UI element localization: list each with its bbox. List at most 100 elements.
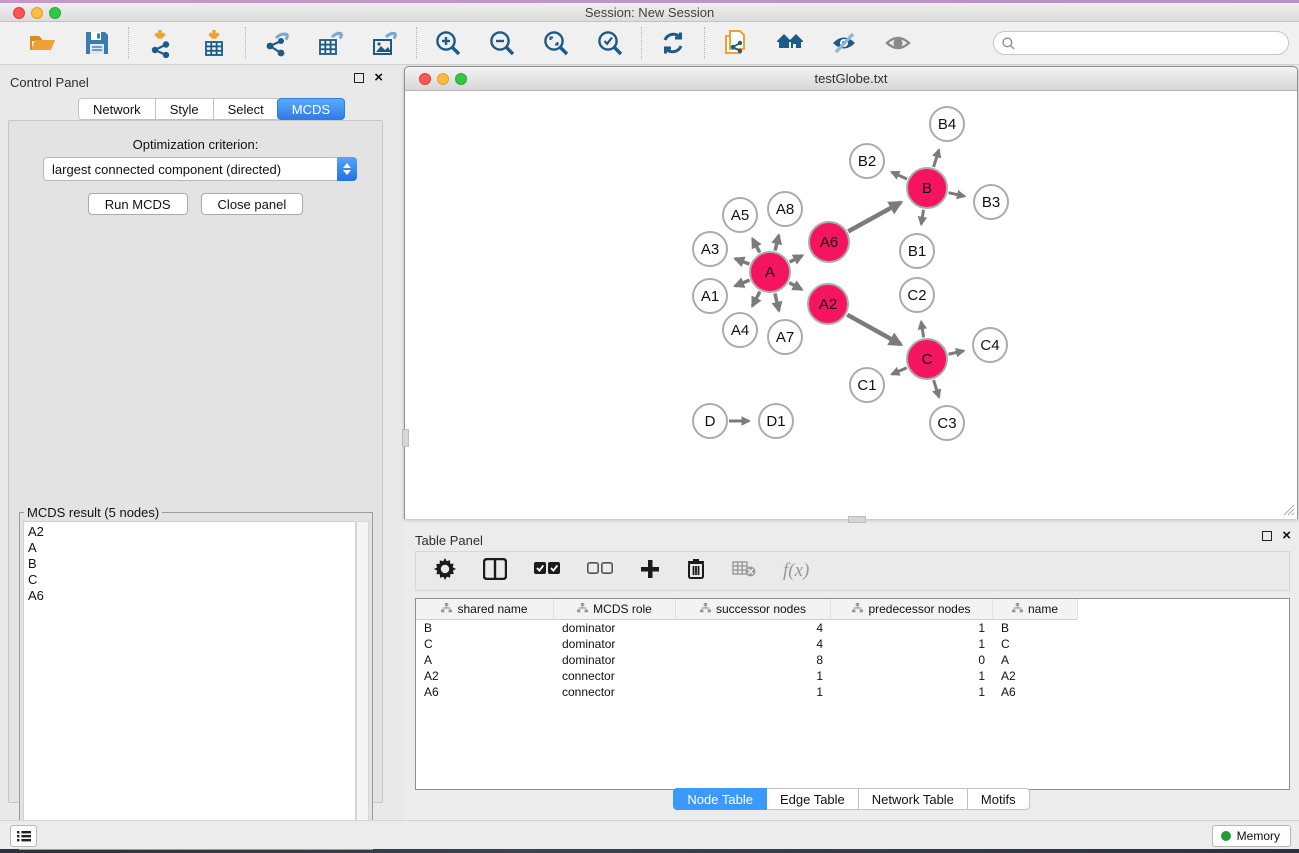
network-graph[interactable]: B4B2BB3A8A5A6B1A3AC2A1A2A4A7C4CC1C3DD1 bbox=[405, 91, 1297, 519]
close-panel-button[interactable]: Close panel bbox=[201, 193, 304, 215]
edge-C-C3[interactable] bbox=[934, 380, 939, 397]
tab-motifs[interactable]: Motifs bbox=[968, 788, 1030, 810]
zoom-selected-button[interactable] bbox=[595, 28, 625, 58]
import-network-button[interactable] bbox=[145, 28, 175, 58]
edge-A6-B[interactable] bbox=[848, 202, 900, 231]
show-eye-button[interactable] bbox=[883, 28, 913, 58]
delete-column-button[interactable] bbox=[687, 558, 705, 584]
memory-button[interactable]: Memory bbox=[1212, 825, 1291, 847]
mcds-result-item[interactable]: A6 bbox=[28, 588, 351, 604]
resize-grip-icon[interactable] bbox=[1281, 502, 1295, 516]
node-C[interactable]: C bbox=[907, 339, 947, 379]
network-window-titlebar[interactable]: testGlobe.txt bbox=[405, 67, 1297, 91]
table-row[interactable]: Cdominator41C bbox=[416, 636, 1289, 652]
edge-A-A8[interactable] bbox=[775, 235, 779, 250]
columns-button[interactable] bbox=[483, 558, 507, 585]
node-B[interactable]: B bbox=[907, 168, 947, 208]
node-C3[interactable]: C3 bbox=[930, 406, 964, 440]
search-input[interactable] bbox=[1020, 36, 1288, 51]
tab-network-table[interactable]: Network Table bbox=[859, 788, 968, 810]
hide-eye-button[interactable] bbox=[829, 28, 859, 58]
zoom-in-button[interactable] bbox=[433, 28, 463, 58]
table-row[interactable]: A6connector11A6 bbox=[416, 684, 1289, 700]
edge-C-C1[interactable] bbox=[892, 368, 907, 375]
tab-edge-table[interactable]: Edge Table bbox=[767, 788, 859, 810]
node-A7[interactable]: A7 bbox=[768, 320, 802, 354]
node-A3[interactable]: A3 bbox=[693, 232, 727, 266]
edge-A-A2[interactable] bbox=[789, 283, 801, 290]
edge-A-A5[interactable] bbox=[753, 239, 760, 253]
node-B3[interactable]: B3 bbox=[974, 185, 1008, 219]
table-row[interactable]: A2connector11A2 bbox=[416, 668, 1289, 684]
node-A4[interactable]: A4 bbox=[723, 313, 757, 347]
node-A8[interactable]: A8 bbox=[768, 192, 802, 226]
edge-A-A4[interactable] bbox=[752, 292, 759, 306]
node-A1[interactable]: A1 bbox=[693, 279, 727, 313]
tab-style[interactable]: Style bbox=[155, 98, 213, 120]
node-B4[interactable]: B4 bbox=[930, 107, 964, 141]
deselect-all-button[interactable] bbox=[587, 562, 613, 580]
mcds-result-list[interactable]: A2ABCA6 bbox=[23, 521, 356, 846]
gear-button[interactable] bbox=[434, 558, 456, 585]
float-panel-icon[interactable] bbox=[354, 73, 364, 83]
edge-B-B3[interactable] bbox=[948, 193, 964, 197]
mcds-result-scrollbar[interactable] bbox=[356, 521, 369, 846]
home-button[interactable] bbox=[775, 28, 805, 58]
edge-A-A6[interactable] bbox=[790, 256, 803, 262]
edge-A-A1[interactable] bbox=[735, 280, 750, 286]
select-all-button[interactable] bbox=[534, 562, 560, 580]
mcds-result-item[interactable]: A2 bbox=[28, 524, 351, 540]
column-header-MCDS-role[interactable]: MCDS role bbox=[554, 599, 676, 620]
table-close-panel-icon[interactable]: × bbox=[1282, 531, 1291, 541]
node-D1[interactable]: D1 bbox=[759, 404, 793, 438]
node-C1[interactable]: C1 bbox=[850, 368, 884, 402]
refresh-button[interactable] bbox=[658, 28, 688, 58]
mcds-result-item[interactable]: B bbox=[28, 556, 351, 572]
node-table[interactable]: shared nameMCDS rolesuccessor nodesprede… bbox=[415, 598, 1290, 790]
edge-B-B2[interactable] bbox=[892, 172, 907, 179]
network-canvas[interactable]: B4B2BB3A8A5A6B1A3AC2A1A2A4A7C4CC1C3DD1 bbox=[405, 91, 1297, 519]
column-header-shared-name[interactable]: shared name bbox=[416, 599, 554, 620]
tab-node-table[interactable]: Node Table bbox=[673, 788, 767, 810]
run-mcds-button[interactable]: Run MCDS bbox=[88, 193, 188, 215]
table-row[interactable]: Bdominator41B bbox=[416, 620, 1289, 636]
node-B2[interactable]: B2 bbox=[850, 144, 884, 178]
zoom-fit-button[interactable] bbox=[541, 28, 571, 58]
divider-grip-left[interactable] bbox=[402, 429, 409, 447]
edge-A2-C[interactable] bbox=[847, 315, 901, 345]
export-image-button[interactable] bbox=[370, 28, 400, 58]
node-C2[interactable]: C2 bbox=[900, 278, 934, 312]
edge-B-B4[interactable] bbox=[934, 150, 939, 167]
table-row[interactable]: Adominator80A bbox=[416, 652, 1289, 668]
node-B1[interactable]: B1 bbox=[900, 234, 934, 268]
import-table-button[interactable] bbox=[199, 28, 229, 58]
node-D[interactable]: D bbox=[693, 404, 727, 438]
tab-mcds[interactable]: MCDS bbox=[277, 98, 345, 120]
edge-C-C4[interactable] bbox=[948, 351, 963, 354]
table-float-panel-icon[interactable] bbox=[1262, 531, 1272, 541]
edge-B-B1[interactable] bbox=[921, 210, 923, 225]
open-folder-button[interactable] bbox=[28, 28, 58, 58]
node-A2[interactable]: A2 bbox=[808, 284, 848, 324]
export-table-button[interactable] bbox=[316, 28, 346, 58]
mcds-result-item[interactable]: C bbox=[28, 572, 351, 588]
divider-grip-bottom[interactable] bbox=[848, 516, 866, 523]
save-button[interactable] bbox=[82, 28, 112, 58]
delete-table-button[interactable] bbox=[732, 561, 756, 582]
edge-A-A7[interactable] bbox=[775, 293, 779, 310]
mcds-result-item[interactable]: A bbox=[28, 540, 351, 556]
export-network-button[interactable] bbox=[262, 28, 292, 58]
column-header-name[interactable]: name bbox=[993, 599, 1078, 620]
edge-A-A3[interactable] bbox=[735, 259, 749, 264]
tab-select[interactable]: Select bbox=[213, 98, 278, 120]
zoom-out-button[interactable] bbox=[487, 28, 517, 58]
node-A5[interactable]: A5 bbox=[723, 198, 757, 232]
node-A6[interactable]: A6 bbox=[809, 222, 849, 262]
node-C4[interactable]: C4 bbox=[973, 328, 1007, 362]
tab-network[interactable]: Network bbox=[78, 98, 155, 120]
edge-C-C2[interactable] bbox=[921, 322, 923, 338]
add-column-button[interactable] bbox=[640, 559, 660, 584]
clone-network-button[interactable] bbox=[721, 28, 751, 58]
optimization-dropdown[interactable]: largest connected component (directed) bbox=[43, 157, 357, 181]
show-panels-button[interactable] bbox=[10, 825, 37, 847]
